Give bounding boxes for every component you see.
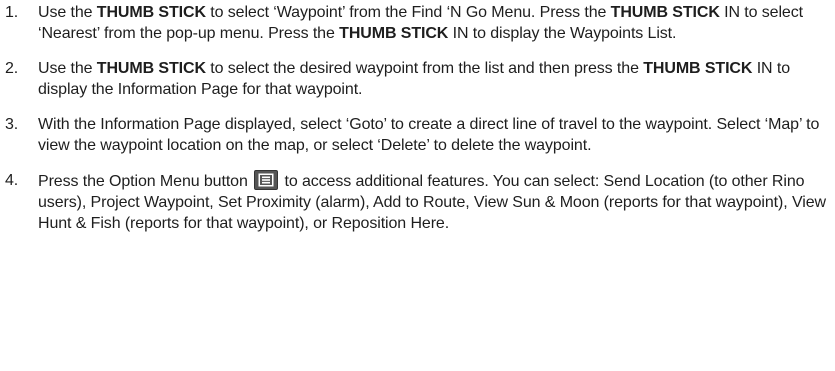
step-3: 3. With the Information Page displayed, … — [0, 114, 835, 156]
thumb-stick-label: THUMB STICK — [339, 25, 449, 42]
step-number: 3. — [5, 116, 19, 133]
thumb-stick-label: THUMB STICK — [643, 60, 753, 77]
step-4: 4. Press the Option Menu button to acces… — [0, 170, 835, 234]
step-number: 2. — [5, 60, 19, 77]
step-number: 4. — [5, 172, 19, 189]
thumb-stick-label: THUMB STICK — [96, 60, 206, 77]
step-text: Use the THUMB STICK to select ‘Waypoint’… — [38, 4, 803, 42]
step-text: Use the THUMB STICK to select the desire… — [38, 60, 790, 98]
option-menu-icon — [254, 170, 279, 190]
step-2: 2. Use the THUMB STICK to select the des… — [0, 58, 835, 100]
step-text: With the Information Page displayed, sel… — [38, 116, 820, 154]
step-1: 1. Use the THUMB STICK to select ‘Waypoi… — [0, 2, 835, 44]
thumb-stick-label: THUMB STICK — [96, 4, 206, 21]
thumb-stick-label: THUMB STICK — [610, 4, 720, 21]
instruction-steps: 1. Use the THUMB STICK to select ‘Waypoi… — [0, 0, 835, 234]
step-number: 1. — [5, 4, 19, 21]
step-text: Press the Option Menu button to access a… — [38, 170, 826, 232]
